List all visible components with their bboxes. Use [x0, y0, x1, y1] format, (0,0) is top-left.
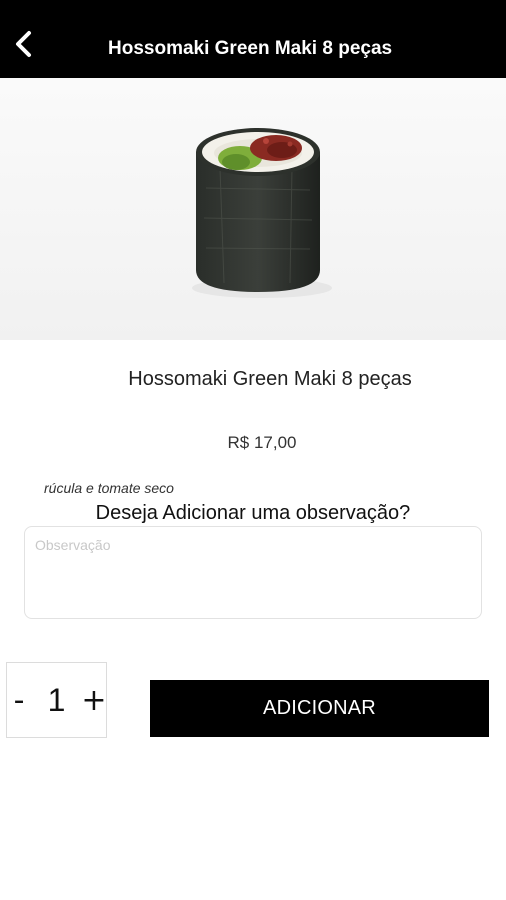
product-price: R$ 17,00	[227, 433, 297, 452]
observation-input[interactable]	[24, 526, 482, 619]
chevron-left-icon	[16, 31, 31, 57]
quantity-stepper: - 1 +	[6, 662, 107, 738]
quantity-value: 1	[47, 681, 66, 718]
add-to-cart-button[interactable]: ADICIONAR	[150, 680, 489, 737]
product-description: rúcula e tomate seco	[44, 480, 174, 496]
product-image	[0, 78, 506, 340]
increment-button[interactable]: +	[81, 680, 106, 720]
decrement-button[interactable]: -	[9, 680, 29, 720]
product-name: Hossomaki Green Maki 8 peças	[128, 368, 412, 390]
observation-question: Deseja Adicionar uma observação?	[95, 502, 411, 524]
page-title: Hossomaki Green Maki 8 peças	[108, 38, 393, 59]
header-bar: Hossomaki Green Maki 8 peças	[0, 0, 506, 78]
back-button[interactable]	[8, 28, 40, 60]
